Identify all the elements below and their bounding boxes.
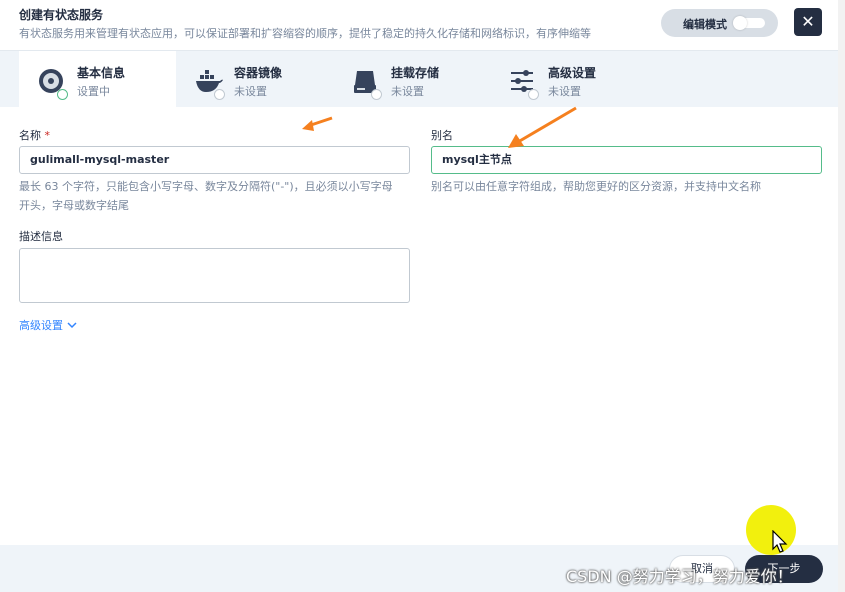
status-dot-icon <box>214 89 225 100</box>
tab-title: 基本信息 <box>77 66 126 80</box>
chevron-down-icon <box>66 322 77 329</box>
cursor-highlight <box>746 505 796 555</box>
tab-mount-storage[interactable]: 挂载存储 未设置 <box>333 51 490 107</box>
tab-title: 容器镜像 <box>234 66 283 80</box>
tab-status: 未设置 <box>234 85 267 98</box>
required-mark: * <box>44 129 51 142</box>
watermark-text: CSDN @努力学习，努力爱你！ <box>566 567 793 586</box>
edit-mode-toggle[interactable]: 编辑模式 <box>661 9 778 37</box>
annotation-arrow-icon <box>302 116 333 131</box>
modal-subtitle: 有状态服务用来管理有状态应用，可以保证部署和扩容缩容的顺序，提供了稳定的持久化存… <box>19 27 591 40</box>
status-dot-icon <box>528 89 539 100</box>
modal-title: 创建有状态服务 <box>19 8 104 22</box>
tab-status: 设置中 <box>77 85 110 98</box>
create-statefulset-modal: 创建有状态服务 有状态服务用来管理有状态应用，可以保证部署和扩容缩容的顺序，提供… <box>0 0 838 592</box>
tab-container-image[interactable]: 容器镜像 未设置 <box>176 51 333 107</box>
mouse-cursor-icon <box>772 530 788 553</box>
step-tabs: 基本信息 设置中 容器镜像 未设置 挂载存储 未设置 高级设置 未设置 <box>0 51 838 107</box>
annotation-arrow-icon <box>508 106 577 148</box>
tab-status: 未设置 <box>548 85 581 98</box>
status-dot-icon <box>57 89 68 100</box>
description-textarea[interactable] <box>19 248 410 303</box>
name-input[interactable]: gulimall-mysql-master <box>19 146 410 174</box>
name-label-text: 名称 <box>19 129 41 142</box>
toggle-knob <box>733 16 747 30</box>
name-help-line1: 最长 63 个字符，只能包含小写字母、数字及分隔符("-")，且必须以小写字母 <box>19 180 393 193</box>
description-label: 描述信息 <box>19 230 63 243</box>
advanced-settings-link-text: 高级设置 <box>19 319 63 332</box>
tab-basic-info[interactable]: 基本信息 设置中 <box>19 51 176 107</box>
alias-label: 别名 <box>431 129 453 142</box>
edit-mode-label: 编辑模式 <box>683 18 727 31</box>
status-dot-icon <box>371 89 382 100</box>
alias-input[interactable]: mysql主节点 <box>431 146 822 174</box>
tab-advanced-settings[interactable]: 高级设置 未设置 <box>490 51 647 107</box>
alias-help: 别名可以由任意字符组成，帮助您更好的区分资源，并支持中文名称 <box>431 180 761 193</box>
tab-title: 挂载存储 <box>391 66 440 80</box>
tab-status: 未设置 <box>391 85 424 98</box>
modal-header: 创建有状态服务 有状态服务用来管理有状态应用，可以保证部署和扩容缩容的顺序，提供… <box>0 0 838 51</box>
name-label: 名称 * <box>19 127 50 143</box>
close-button[interactable]: ✕ <box>794 8 822 36</box>
toggle-switch[interactable] <box>733 16 765 30</box>
close-icon: ✕ <box>801 12 815 31</box>
advanced-settings-link[interactable]: 高级设置 <box>19 317 77 333</box>
window-edge <box>838 0 845 592</box>
tab-title: 高级设置 <box>548 66 597 80</box>
name-help-line2: 开头，字母或数字结尾 <box>19 199 129 212</box>
